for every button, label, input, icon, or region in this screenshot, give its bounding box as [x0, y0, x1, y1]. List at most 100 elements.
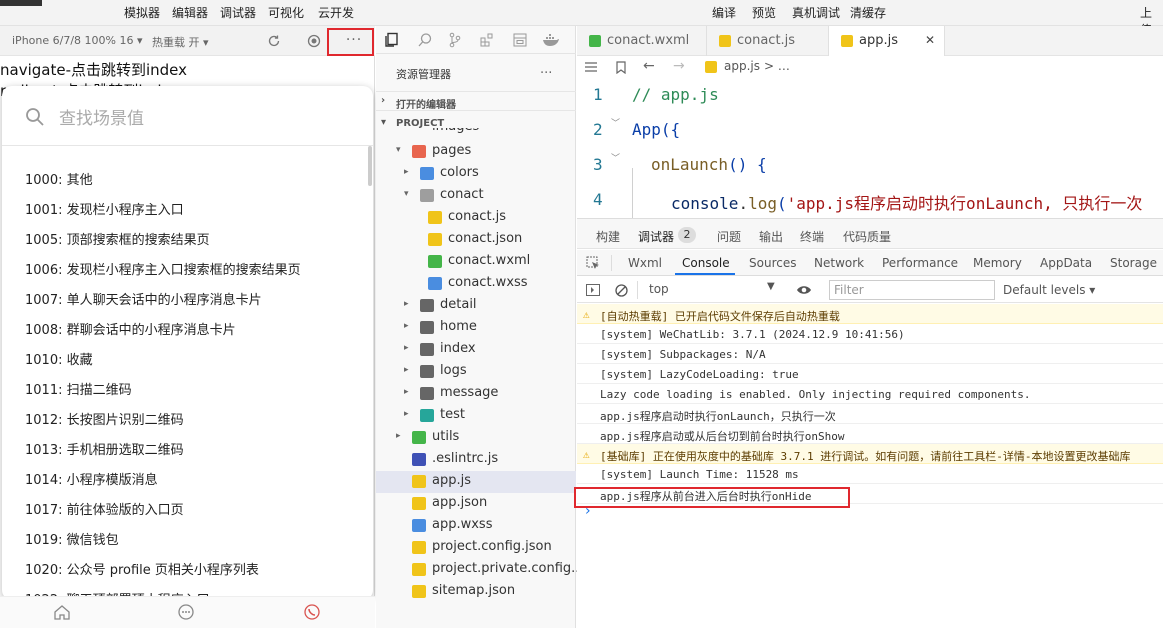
- chevron-right-icon[interactable]: ▸: [404, 167, 409, 177]
- tree-item[interactable]: ▸ test: [376, 405, 576, 427]
- scene-search-placeholder[interactable]: 查找场景值: [59, 104, 144, 129]
- scene-option[interactable]: 1012: 长按图片识别二维码: [25, 409, 184, 428]
- tree-item[interactable]: ▸ home: [376, 317, 576, 339]
- scene-option[interactable]: 1006: 发现栏小程序主入口搜索框的搜索结果页: [25, 259, 301, 278]
- filter-input[interactable]: Filter: [829, 280, 995, 300]
- clear-console-icon[interactable]: [613, 282, 629, 298]
- console-warning[interactable]: ⚠ [自动热重载] 已开启代码文件保存后自动热重载: [577, 304, 1163, 324]
- tab-conact-wxml[interactable]: conact.wxml: [577, 26, 707, 56]
- tab-terminal[interactable]: 终端: [800, 228, 824, 245]
- scene-option[interactable]: 1008: 群聊会话中的小程序消息卡片: [25, 319, 236, 338]
- tree-item[interactable]: ▸ logs: [376, 361, 576, 383]
- scrollbar[interactable]: [368, 146, 372, 186]
- menu-real-device-debug[interactable]: 真机调试: [792, 4, 840, 21]
- menu-editor[interactable]: 编辑器: [172, 4, 208, 21]
- code-line-2[interactable]: App({: [632, 120, 680, 139]
- extensions-icon[interactable]: [478, 31, 496, 49]
- scene-option[interactable]: 1007: 单人聊天会话中的小程序消息卡片: [25, 289, 262, 308]
- tree-item[interactable]: conact.js: [376, 207, 576, 229]
- tree-item[interactable]: ▸ message: [376, 383, 576, 405]
- scene-option[interactable]: 1001: 发现栏小程序主入口: [25, 199, 184, 218]
- scene-option[interactable]: 1019: 微信钱包: [25, 529, 119, 548]
- scene-option[interactable]: 1013: 手机相册选取二维码: [25, 439, 184, 458]
- scene-option[interactable]: 1020: 公众号 profile 页相关小程序列表: [25, 559, 259, 578]
- close-icon[interactable]: ✕: [925, 33, 935, 47]
- avatar[interactable]: [0, 0, 42, 6]
- open-editors-section[interactable]: › 打开的编辑器: [376, 91, 576, 111]
- tree-item[interactable]: ▾ pages: [376, 141, 576, 163]
- tab-wxml[interactable]: Wxml: [628, 256, 662, 270]
- bookmark-icon[interactable]: [613, 59, 629, 75]
- console-log[interactable]: Lazy code loading is enabled. Only injec…: [577, 384, 1163, 404]
- docker-icon[interactable]: [541, 31, 561, 49]
- scene-option[interactable]: 1014: 小程序模版消息: [25, 469, 158, 488]
- back-arrow-icon[interactable]: ←: [643, 58, 655, 74]
- list-icon[interactable]: [583, 59, 599, 75]
- hotreload-toggle[interactable]: 热重载 开 ▾: [152, 34, 209, 50]
- console-log[interactable]: [system] LazyCodeLoading: true: [577, 364, 1163, 384]
- fold-icon[interactable]: ﹀: [611, 116, 620, 129]
- context-select[interactable]: top ▼: [645, 280, 781, 300]
- menu-visual[interactable]: 可视化: [268, 4, 304, 21]
- tab-storage[interactable]: Storage: [1110, 256, 1157, 270]
- tab-performance[interactable]: Performance: [882, 256, 958, 270]
- tab-console[interactable]: Console: [682, 256, 730, 270]
- tab-problems[interactable]: 问题: [717, 228, 741, 245]
- device-select[interactable]: iPhone 6/7/8 100% 16 ▾: [12, 34, 143, 47]
- inspect-icon[interactable]: [585, 255, 601, 271]
- tab-sources[interactable]: Sources: [749, 256, 796, 270]
- tab-memory[interactable]: Memory: [973, 256, 1022, 270]
- tree-item[interactable]: app.json: [376, 493, 576, 515]
- code-line-1[interactable]: // app.js: [632, 85, 719, 104]
- explorer-more-icon[interactable]: ···: [540, 66, 552, 81]
- phone-icon[interactable]: [302, 602, 322, 622]
- tree-item[interactable]: project.config.json: [376, 537, 576, 559]
- tab-output[interactable]: 输出: [759, 228, 783, 245]
- console-log[interactable]: app.js程序启动时执行onLaunch，只执行一次: [577, 404, 1163, 424]
- tab-appdata[interactable]: AppData: [1040, 256, 1092, 270]
- menu-clear-cache[interactable]: 清缓存: [850, 4, 886, 21]
- clipped-images-folder[interactable]: images: [432, 128, 492, 134]
- menu-debugger[interactable]: 调试器: [220, 4, 256, 21]
- scene-option[interactable]: 1005: 顶部搜索框的搜索结果页: [25, 229, 210, 248]
- eye-icon[interactable]: [795, 282, 813, 298]
- scene-option[interactable]: 1000: 其他: [25, 169, 93, 188]
- code-line-3[interactable]: onLaunch() {: [651, 155, 767, 174]
- chevron-right-icon[interactable]: ▸: [404, 387, 409, 397]
- scene-option[interactable]: 1011: 扫描二维码: [25, 379, 132, 398]
- nav-navigate-text[interactable]: navigate-点击跳转到index: [0, 59, 188, 80]
- console-log[interactable]: [system] Launch Time: 11528 ms: [577, 464, 1163, 484]
- menu-cloud[interactable]: 云开发: [318, 4, 354, 21]
- console-log[interactable]: [system] WeChatLib: 3.7.1 (2024.12.9 10:…: [577, 324, 1163, 344]
- chevron-right-icon[interactable]: ▸: [404, 365, 409, 375]
- tab-code-quality[interactable]: 代码质量: [843, 228, 891, 245]
- sidebar-toggle-icon[interactable]: [585, 282, 601, 298]
- tree-item[interactable]: ▸ colors: [376, 163, 576, 185]
- console-log[interactable]: [system] Subpackages: N/A: [577, 344, 1163, 364]
- chevron-down-icon[interactable]: ▾: [404, 189, 409, 199]
- log-levels-select[interactable]: Default levels ▾: [1003, 283, 1095, 297]
- chevron-right-icon[interactable]: ▸: [404, 321, 409, 331]
- tree-item[interactable]: ▸ index: [376, 339, 576, 361]
- tree-item[interactable]: conact.wxss: [376, 273, 576, 295]
- tree-item[interactable]: project.private.config...: [376, 559, 584, 581]
- console-log[interactable]: app.js程序启动或从后台切到前台时执行onShow: [577, 424, 1163, 444]
- tab-build[interactable]: 构建: [596, 228, 620, 245]
- forward-arrow-icon[interactable]: →: [673, 58, 685, 74]
- tree-item[interactable]: ▸ detail: [376, 295, 576, 317]
- scene-search[interactable]: 查找场景值: [2, 86, 373, 146]
- tree-item[interactable]: .eslintrc.js: [376, 449, 576, 471]
- tree-item[interactable]: ▾ conact: [376, 185, 576, 207]
- fold-icon[interactable]: ﹀: [611, 151, 620, 164]
- breadcrumb-file[interactable]: app.js: [724, 59, 760, 73]
- tab-network[interactable]: Network: [814, 256, 864, 270]
- tree-item[interactable]: conact.json: [376, 229, 576, 251]
- home-icon[interactable]: [52, 602, 72, 622]
- tree-item[interactable]: sitemap.json: [376, 581, 576, 603]
- search-icon[interactable]: [416, 31, 434, 49]
- scene-option[interactable]: 1010: 收藏: [25, 349, 93, 368]
- chevron-right-icon[interactable]: ▸: [404, 299, 409, 309]
- chat-icon[interactable]: [176, 602, 196, 622]
- menu-compile[interactable]: 编译: [712, 4, 736, 21]
- chevron-right-icon[interactable]: ▸: [396, 431, 401, 441]
